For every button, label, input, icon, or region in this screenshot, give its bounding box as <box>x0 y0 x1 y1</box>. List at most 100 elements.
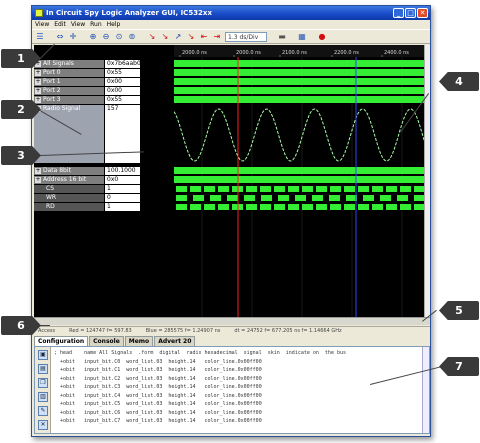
signal-name[interactable]: CS <box>34 185 104 193</box>
signal-name[interactable]: + Data 8bit <box>34 167 104 175</box>
zoom-field[interactable]: 1.3 ds/Div <box>225 31 267 42</box>
expand-icon[interactable]: + <box>35 88 41 94</box>
minimize-button[interactable]: _ <box>393 8 404 18</box>
signal-row[interactable]: CS 1 <box>34 184 140 193</box>
expand-icon[interactable]: + <box>35 70 41 76</box>
console-scrollbar[interactable] <box>422 347 429 433</box>
digital-pulse <box>227 195 238 201</box>
signal-name[interactable]: RD <box>34 203 104 211</box>
title-bar[interactable]: In Circuit Spy Logic Analyzer GUI, IC532… <box>32 6 430 20</box>
digital-pulse <box>190 204 201 210</box>
trigger-red-icon[interactable]: ↘ <box>147 32 157 42</box>
blue-marker-icon[interactable]: ⇥ <box>212 32 222 42</box>
console-line: +obit input_bit.C1 word_list.03 height.1… <box>54 367 262 373</box>
signal-label: All Signals <box>43 60 74 67</box>
window-icon[interactable]: ▬ <box>277 32 287 42</box>
digital-pulse <box>363 195 374 201</box>
signal-name[interactable]: + Port 0 <box>34 69 104 77</box>
signal-label: CS <box>46 185 54 192</box>
maximize-button[interactable]: □ <box>405 8 416 18</box>
trigger-red-icon[interactable]: ↘ <box>160 32 170 42</box>
signal-value: 0x00 <box>105 87 140 95</box>
zoom-area-icon[interactable]: ⊚ <box>127 32 137 42</box>
bus-bar <box>174 96 426 103</box>
signal-name[interactable]: + Port 1 <box>34 78 104 86</box>
copy-icon[interactable]: ❐ <box>38 378 48 388</box>
signal-value: 0x0 <box>105 176 140 184</box>
signal-row[interactable]: + Data 8bit 100.1000 <box>34 166 140 175</box>
tab-configuration[interactable]: Configuration <box>34 336 89 346</box>
paste-icon[interactable]: ▥ <box>38 392 48 402</box>
signal-name[interactable]: + Address 16 bit <box>34 176 104 184</box>
record-icon[interactable]: ● <box>317 32 327 42</box>
trigger-red-icon[interactable]: ↘ <box>186 32 196 42</box>
signal-row[interactable]: + Port 3 0x55 <box>34 95 140 104</box>
menu-help[interactable]: Help <box>107 21 121 28</box>
signal-label: RD <box>46 203 55 210</box>
digital-pulse <box>204 186 215 192</box>
clear-all-icon[interactable]: ✕ <box>38 420 48 430</box>
print-icon[interactable]: ▤ <box>38 364 48 374</box>
digital-pulse <box>346 195 357 201</box>
signal-row[interactable]: WR 0 <box>34 193 140 202</box>
trigger-blue-icon[interactable]: ↗ <box>173 32 183 42</box>
signal-row[interactable]: + Port 0 0x55 <box>34 68 140 77</box>
signal-row[interactable]: RD 1 <box>34 202 140 211</box>
digital-pulse <box>288 204 299 210</box>
digital-pulse <box>316 204 327 210</box>
signal-value: 0x55 <box>105 96 140 104</box>
status-blue: Blue = 285575 f= 1.24907 ns <box>145 328 221 334</box>
tab-memo[interactable]: Memo <box>124 336 154 346</box>
calculator-icon[interactable]: ▦ <box>297 32 307 42</box>
window-title: In Circuit Spy Logic Analyzer GUI, IC532… <box>46 9 212 17</box>
digital-pulse <box>400 204 411 210</box>
console-line: +obit input_bit.C4 word_list.03 height.1… <box>54 392 262 399</box>
close-button[interactable]: ✕ <box>417 8 428 18</box>
waveform-area[interactable]: 2000.0 ns 2000.0 ns 2100.0 ns 2200.0 ns 2400… <box>174 45 426 317</box>
save-icon[interactable]: ▣ <box>38 350 48 360</box>
open-icon[interactable]: ☰ <box>35 32 45 42</box>
zoom-in-icon[interactable]: ⊕ <box>88 32 98 42</box>
red-marker-icon[interactable]: ⇤ <box>199 32 209 42</box>
vertical-scrollbar[interactable] <box>424 45 430 317</box>
signal-name[interactable]: + All Signals <box>34 60 104 68</box>
zoom-out-icon[interactable]: ⊖ <box>101 32 111 42</box>
expand-icon[interactable]: + <box>35 79 41 85</box>
arrow-cross-icon[interactable]: ✛ <box>68 32 78 42</box>
signal-row[interactable]: + Port 2 0x00 <box>34 86 140 95</box>
bus-bar <box>174 87 426 94</box>
digital-pulse <box>278 195 289 201</box>
signal-row[interactable]: + Port 1 0x00 <box>34 77 140 86</box>
signal-row[interactable]: + All Signals 0x7b6aab00 <box>34 59 145 68</box>
signal-name[interactable]: + Port 2 <box>34 87 104 95</box>
menu-edit[interactable]: Edit <box>54 21 66 28</box>
signal-label: Port 2 <box>43 87 61 94</box>
signal-name[interactable]: + Port 3 <box>34 96 104 104</box>
config-console: ▣ ▤ ❐ ▥ ✎ ✕ ; head name All Signals .for… <box>34 346 430 434</box>
expand-icon[interactable]: + <box>35 97 41 103</box>
signal-value: 1 <box>105 203 140 211</box>
callout-6-leader <box>40 325 50 326</box>
expand-icon[interactable]: + <box>35 177 41 183</box>
expand-icon[interactable]: + <box>35 168 41 174</box>
bottom-tabs: Configuration Console Memo Advert 20 <box>34 336 430 346</box>
horizontal-scrollbar[interactable] <box>34 317 430 325</box>
bus-bar <box>174 78 426 85</box>
tab-advert[interactable]: Advert 20 <box>154 336 196 346</box>
menu-run[interactable]: Run <box>90 21 102 28</box>
stage: In Circuit Spy Logic Analyzer GUI, IC532… <box>0 0 480 443</box>
console-text[interactable]: ; head name All Signals .form digital ra… <box>54 349 412 426</box>
zoom-fit-icon[interactable]: ⊙ <box>114 32 124 42</box>
digital-pulse <box>260 186 271 192</box>
signal-name[interactable]: WR <box>34 194 104 202</box>
signal-value: 157 <box>105 105 140 163</box>
digital-pulse <box>210 195 221 201</box>
signal-value: 1 <box>105 185 140 193</box>
arrow-left-right-icon[interactable]: ⇔ <box>55 32 65 42</box>
menu-file[interactable]: View <box>35 21 49 28</box>
clear-icon[interactable]: ✎ <box>38 406 48 416</box>
tab-console[interactable]: Console <box>89 336 124 346</box>
signal-row[interactable]: + Address 16 bit 0x0 <box>34 175 140 184</box>
menu-view[interactable]: View <box>71 21 85 28</box>
timeline-label: 2100.0 ns <box>282 50 307 56</box>
